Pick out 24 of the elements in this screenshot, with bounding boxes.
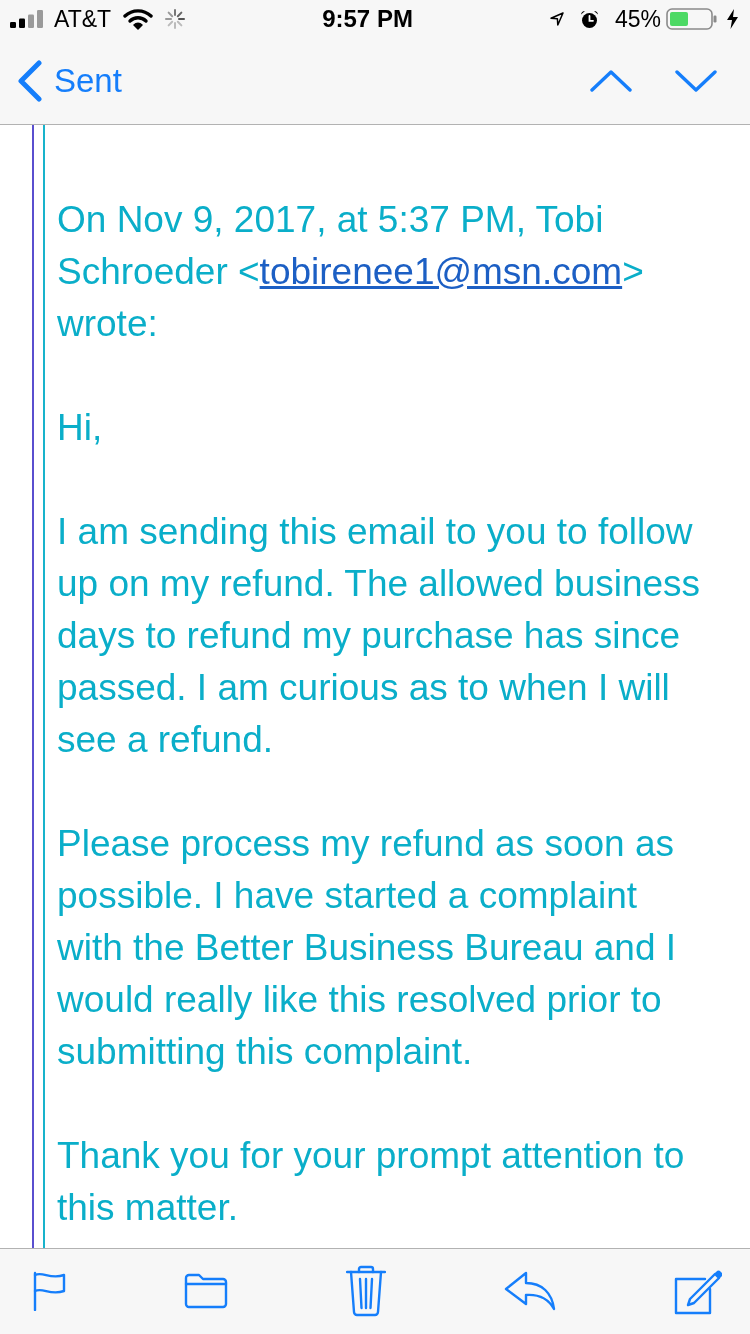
signal-bars-icon [10, 10, 46, 29]
location-arrow-icon [549, 12, 564, 27]
folder-icon[interactable] [184, 1273, 228, 1310]
carrier-name: AT&T [54, 7, 112, 31]
status-time: 9:57 PM [322, 7, 413, 32]
loading-spinner-icon [165, 9, 186, 30]
flag-icon[interactable] [32, 1271, 66, 1312]
charging-bolt-icon [727, 9, 738, 30]
reply-arrow-icon[interactable] [504, 1271, 556, 1312]
quote-attribution: On Nov 9, 2017, at 5:37 PM, Tobi Schroeder <tobirenee1@msn.com> wrote: [57, 197, 645, 346]
email-paragraph: Please process my refund as soon as possible. I have started a complaint with the Better Business Bureau and I would really like this resolved prior to submitting this complaint. [57, 821, 678, 1074]
chevron-left-icon [18, 60, 42, 103]
alarm-clock-icon [579, 9, 599, 29]
email-paragraph: Hi, [57, 405, 104, 450]
chevron-down-icon[interactable] [675, 70, 717, 93]
trash-icon[interactable] [346, 1265, 386, 1318]
battery-icon [666, 8, 718, 31]
wifi-icon [123, 8, 154, 31]
back-button[interactable]: Sent [18, 60, 122, 103]
email-paragraph: I am sending this email to you to follow up on my refund. The allowed business days to refund my purchase has since passed. I am curious as to when I will see a refund. [57, 509, 702, 762]
chevron-up-icon[interactable] [590, 70, 632, 93]
email-link[interactable]: tobirenee1@msn.com [259, 250, 623, 292]
email-paragraph: Thank you for your prompt attention to this matter. [57, 1133, 686, 1230]
battery-percentage: 45% [614, 7, 661, 31]
